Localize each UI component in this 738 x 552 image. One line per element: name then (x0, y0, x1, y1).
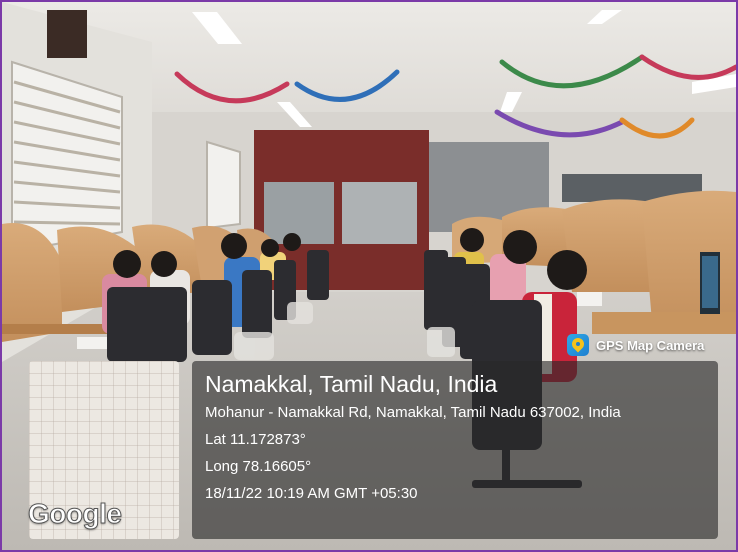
latitude-text: Lat 11.172873° (205, 431, 306, 448)
datetime-text: 18/11/22 10:19 AM GMT +05:30 (205, 485, 418, 502)
longitude-text: Long 78.16605° (205, 458, 312, 475)
gps-map-camera-badge: GPS Map Camera (567, 333, 704, 357)
google-logo: Google (27, 498, 122, 530)
place-title: Namakkal, Tamil Nadu, India (205, 371, 498, 397)
gps-map-camera-icon (567, 334, 589, 356)
address-line: Mohanur - Namakkal Rd, Namakkal, Tamil N… (205, 404, 621, 421)
photo-frame: Google GPS Map Camera Namakkal, Tamil Na… (0, 0, 738, 552)
gps-map-camera-label: GPS Map Camera (596, 337, 705, 353)
location-info-panel: Namakkal, Tamil Nadu, India Mohanur - Na… (192, 361, 718, 539)
